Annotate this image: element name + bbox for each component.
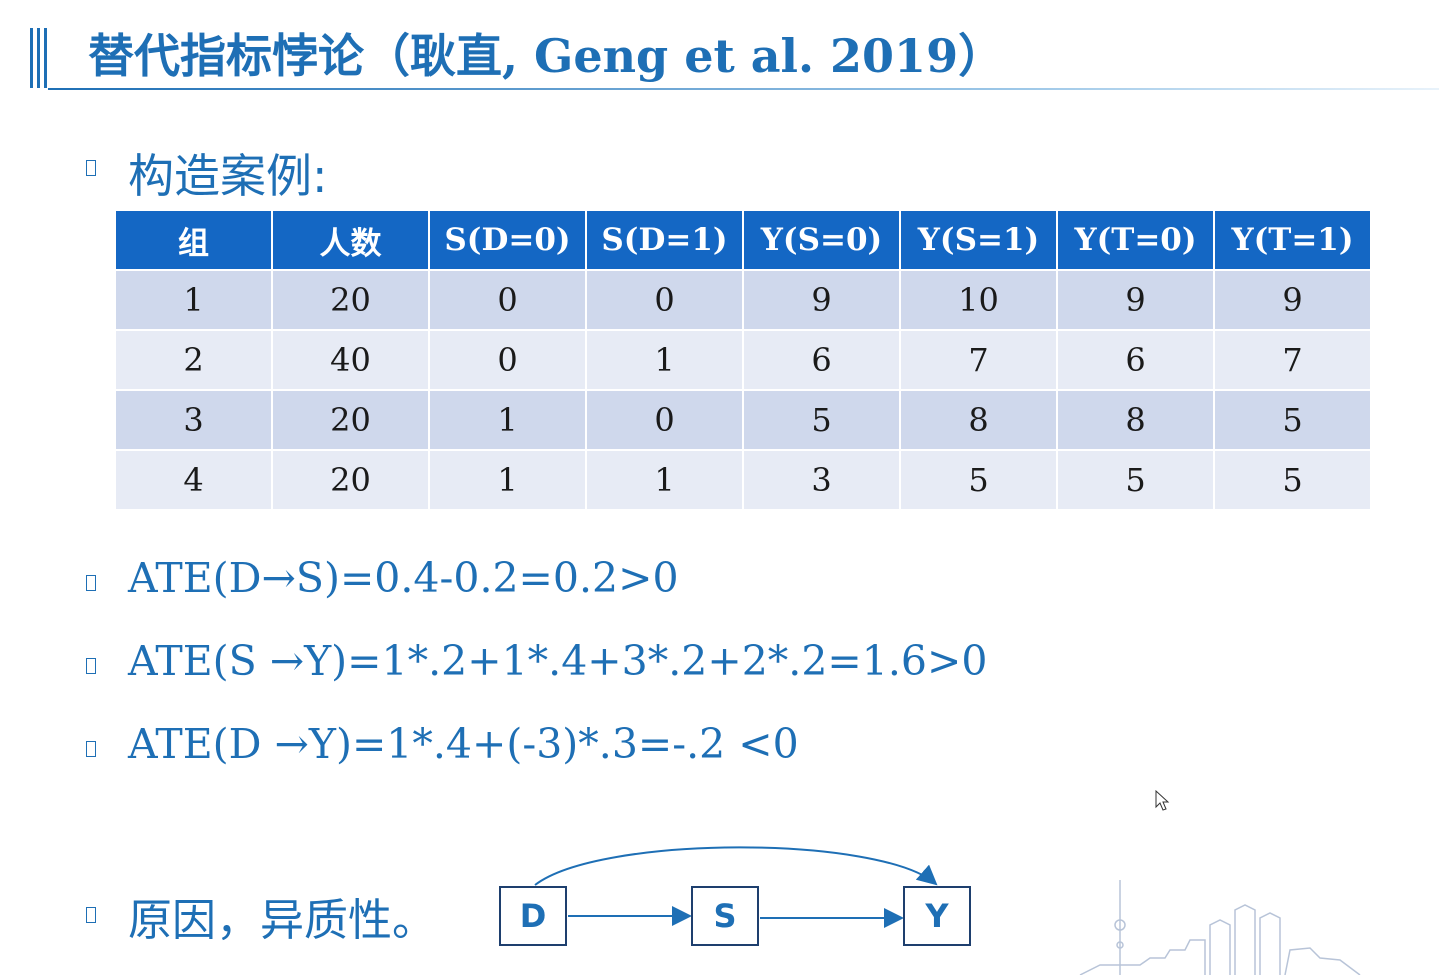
diagram-arrows bbox=[534, 846, 938, 928]
mouse-cursor-icon bbox=[1155, 790, 1170, 811]
city-skyline-icon bbox=[1079, 880, 1361, 975]
node-s: S bbox=[691, 886, 759, 946]
arrow-d-to-y bbox=[534, 846, 938, 886]
node-d: D bbox=[499, 886, 567, 946]
node-y: Y bbox=[903, 886, 971, 946]
